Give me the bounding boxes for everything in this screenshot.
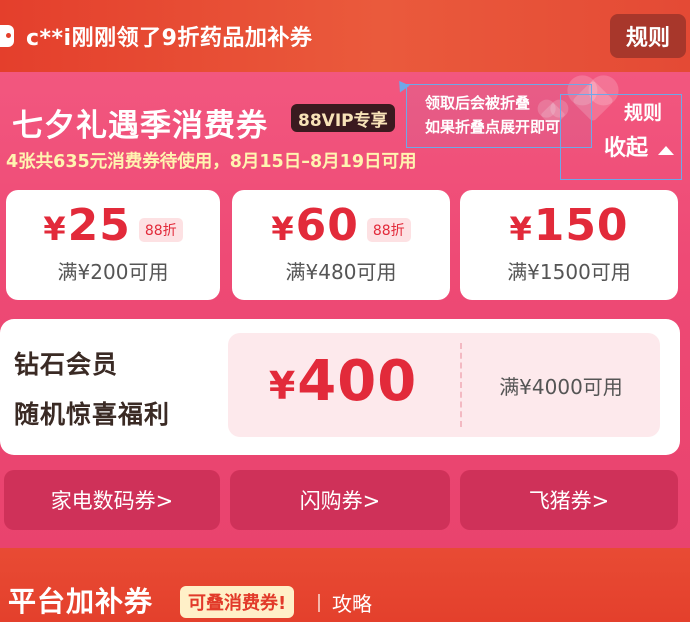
rules-button[interactable]: 规则 (610, 14, 686, 58)
collapse-button[interactable]: 收起 (604, 130, 675, 162)
panel-rules-link[interactable]: 规则 (624, 98, 662, 125)
coupon-value: 60 (295, 200, 359, 251)
separator (318, 594, 320, 612)
coupon-condition: 满¥1500可用 (507, 260, 631, 284)
ticket-icon (0, 25, 14, 47)
coupon-amount: ¥ 60 88折 (232, 200, 450, 251)
caret-up-icon (658, 145, 675, 155)
diamond-coupon[interactable]: ¥ 400 满¥4000可用 (228, 333, 660, 437)
diamond-sublabel: 随机惊喜福利 (14, 400, 171, 429)
category-button-appliance[interactable]: 家电数码券> (4, 470, 220, 530)
panel-title: 七夕礼遇季消费券 (12, 108, 268, 144)
coupon-card[interactable]: ¥ 60 88折 满¥480可用 (232, 190, 450, 300)
coupon-value: 25 (67, 200, 131, 251)
panel-subtitle: 4张共635元消费券待使用，8月15日–8月19日可用 (6, 152, 417, 172)
guide-link[interactable]: 攻略 (332, 588, 372, 617)
coupon-value: 150 (533, 200, 629, 251)
currency-symbol: ¥ (268, 363, 296, 408)
stackable-badge: 可叠消费券! (180, 586, 295, 618)
coupon-card[interactable]: ¥ 25 88折 满¥200可用 (6, 190, 220, 300)
ticker: c**i刚刚领了9折药品加补券 (0, 20, 312, 52)
category-button-flash-sale[interactable]: 闪购券> (230, 470, 450, 530)
coupon-condition: 满¥200可用 (57, 260, 169, 284)
platform-title: 平台加补券 (8, 585, 154, 618)
coupon-amount: ¥ 150 (460, 200, 678, 251)
platform-section: 平台加补券 可叠消费券! 攻略 (0, 548, 690, 622)
discount-badge: 88折 (366, 217, 411, 242)
coupon-condition: 满¥480可用 (285, 260, 397, 284)
vip-badge: 88VIP专享 (291, 104, 395, 132)
coupon-value: 400 (297, 349, 418, 414)
diamond-label: 钻石会员 (14, 350, 119, 379)
currency-symbol: ¥ (509, 209, 532, 248)
coupon-panel: 七夕礼遇季消费券 88VIP专享 4张共635元消费券待使用，8月15日–8月1… (0, 72, 690, 548)
coupon-condition: 满¥4000可用 (499, 375, 623, 399)
coupon-card[interactable]: ¥ 150 满¥1500可用 (460, 190, 678, 300)
discount-badge: 88折 (138, 217, 183, 242)
ticker-text: c**i刚刚领了9折药品加补券 (26, 26, 313, 51)
notification-bar: c**i刚刚领了9折药品加补券 规则 (0, 0, 690, 72)
collapse-label: 收起 (604, 136, 649, 161)
category-button-fliggy[interactable]: 飞猪券> (460, 470, 678, 530)
coupon-amount: ¥ 25 88折 (6, 200, 220, 251)
coupon-amount: ¥ 400 (228, 349, 458, 414)
currency-symbol: ¥ (271, 209, 294, 248)
diamond-member-card[interactable]: 钻石会员 随机惊喜福利 ¥ 400 满¥4000可用 (0, 319, 680, 455)
currency-symbol: ¥ (43, 209, 66, 248)
